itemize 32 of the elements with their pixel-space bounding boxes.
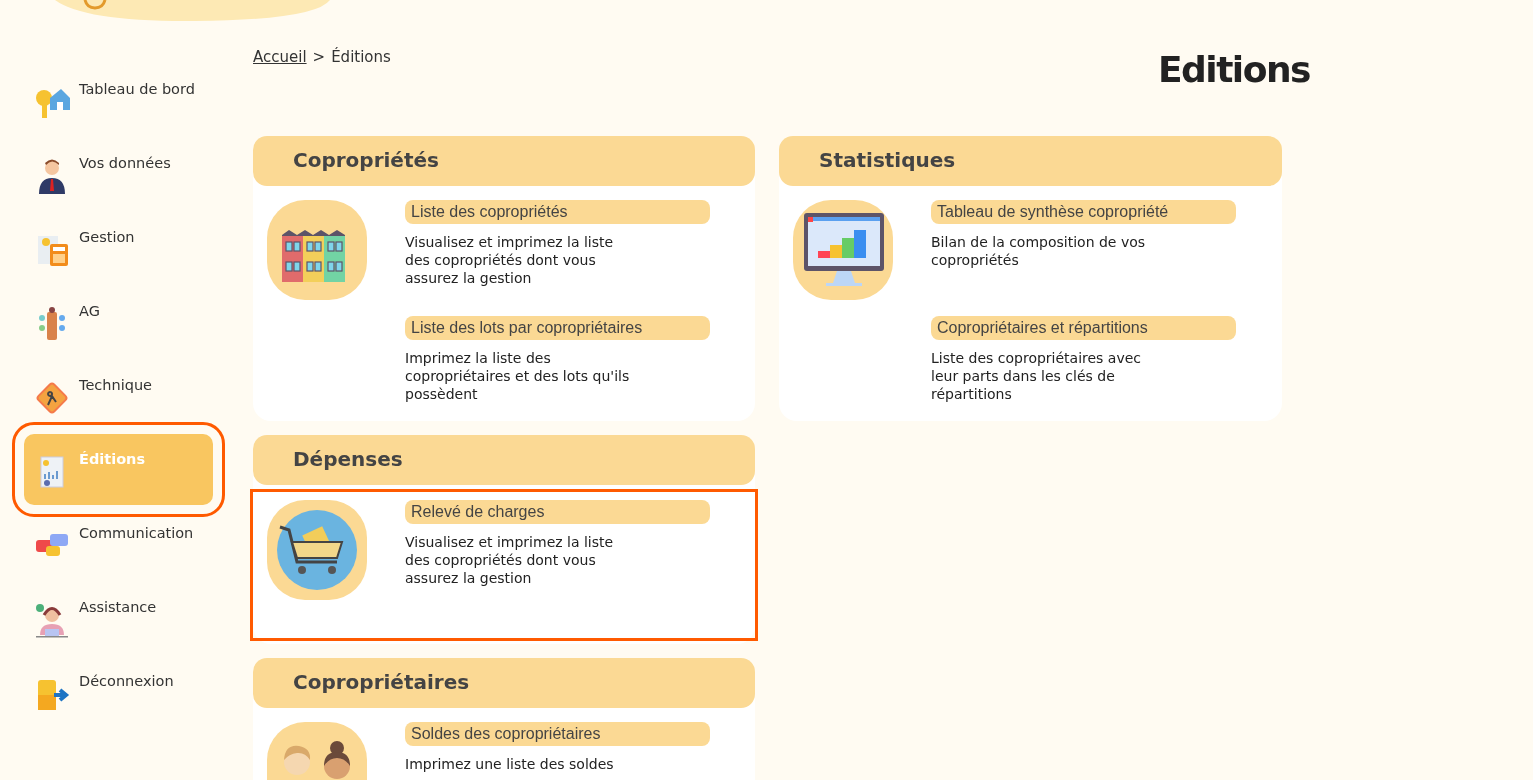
report-description: Imprimez une liste des soldes <box>405 755 615 773</box>
section-header: Copropriétés <box>253 136 755 186</box>
report-link[interactable]: Liste des lots par copropriétaires <box>405 316 710 340</box>
buildings-icon <box>267 200 367 300</box>
breadcrumb-link[interactable]: Accueil <box>253 48 307 66</box>
section-header: Statistiques <box>779 136 1282 186</box>
breadcrumb-separator: > <box>312 48 326 66</box>
page-title: Editions <box>1157 48 1310 92</box>
report-link[interactable]: Relevé de charges <box>405 500 710 524</box>
report-link[interactable]: Tableau de synthèse copropriété <box>931 200 1236 224</box>
shopping-cart-icon <box>267 500 367 600</box>
sidebar-item[interactable]: Technique <box>24 360 213 434</box>
monitor-chart-icon <box>793 200 893 300</box>
breadcrumb-current: Éditions <box>331 48 391 66</box>
report-link[interactable]: Liste des copropriétés <box>405 200 710 224</box>
sidebar-item[interactable]: Déconnexion <box>24 656 213 730</box>
sidebar-item[interactable]: Tableau de bord <box>24 64 213 138</box>
sidebar-item[interactable]: Vos données <box>24 138 213 212</box>
report-link[interactable]: Copropriétaires et répartitions <box>931 316 1236 340</box>
report-link[interactable]: Soldes des copropriétaires <box>405 722 710 746</box>
section-header: Copropriétaires <box>253 658 755 708</box>
report-description: Visualisez et imprimez la liste des copropriétés dont vous assurez la gestion <box>405 233 615 287</box>
report-description: Imprimez la liste des copropriétaires et des lots qu'ils possèdent <box>405 349 631 403</box>
report-description: Visualisez et imprimez la liste des copropriétés dont vous assurez la gestion <box>405 533 615 587</box>
section-header: Dépenses <box>253 435 755 485</box>
sidebar-item[interactable]: Gestion <box>24 212 213 286</box>
sidebar-item[interactable]: AG <box>24 286 213 360</box>
sidebar-item[interactable]: Assistance <box>24 582 213 656</box>
headset-person-icon <box>34 602 70 638</box>
sidebar-item[interactable]: Communication <box>24 508 213 582</box>
report-description: Bilan de la composition de vos copropriétés <box>931 233 1147 269</box>
report-description: Liste des copropriétaires avec leur parts dans les clés de répartitions <box>931 349 1143 403</box>
